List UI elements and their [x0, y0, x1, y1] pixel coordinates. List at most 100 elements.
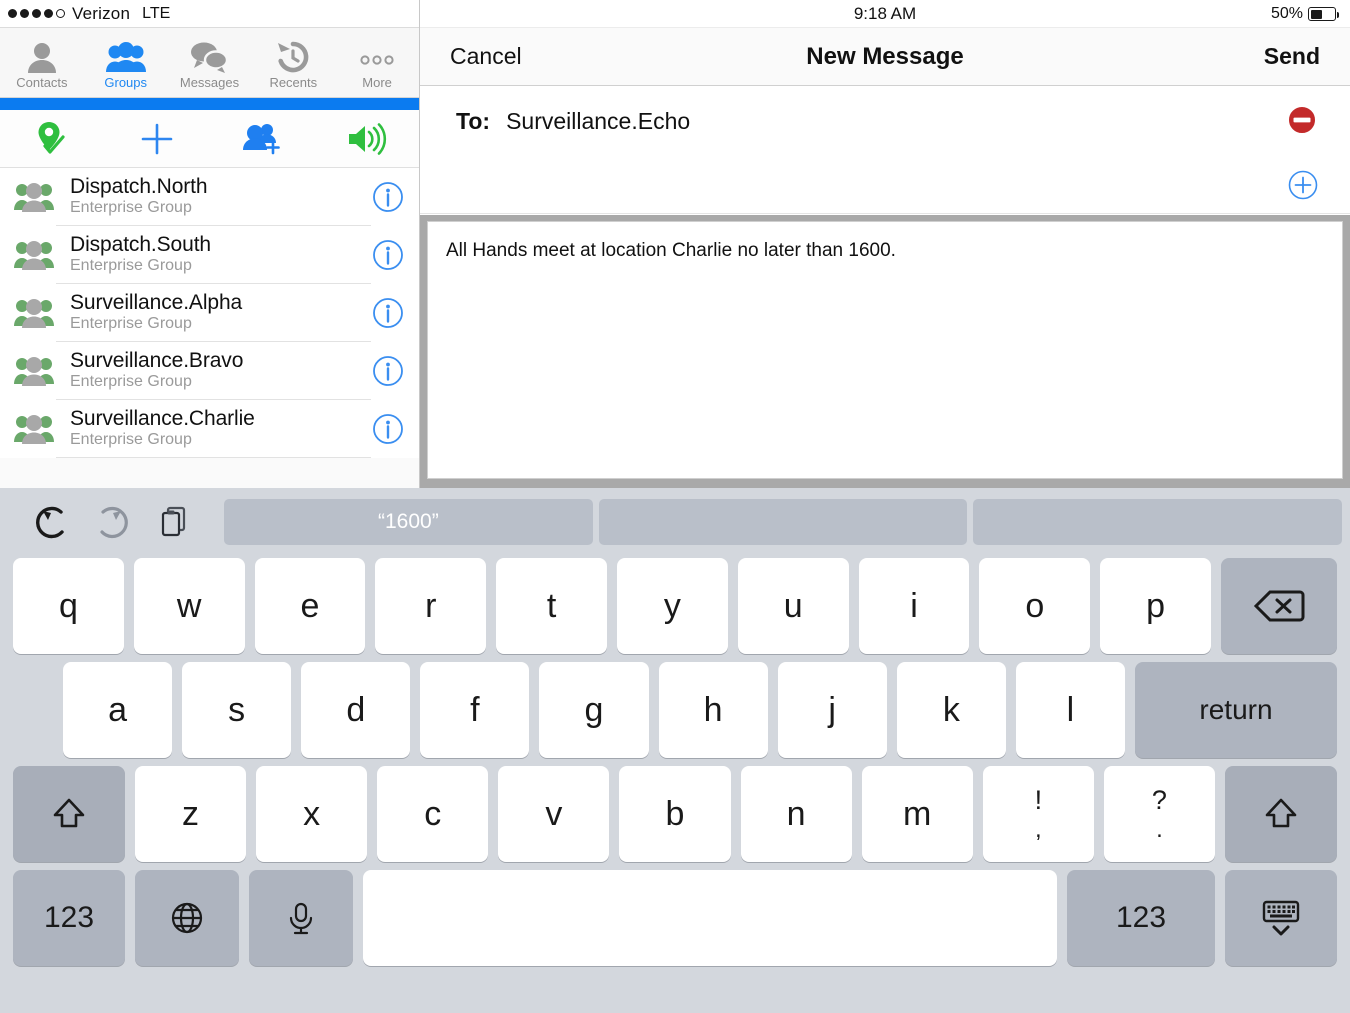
tab-bar: Contacts Groups	[0, 28, 419, 98]
key-n[interactable]: n	[741, 766, 852, 862]
tab-messages-label: Messages	[180, 75, 239, 90]
return-key[interactable]: return	[1135, 662, 1337, 758]
group-avatar-icon	[12, 412, 56, 446]
info-circle-icon[interactable]	[371, 297, 405, 329]
tab-recents[interactable]: Recents	[251, 28, 335, 97]
numeric-key-right[interactable]: 123	[1067, 870, 1215, 966]
key-t[interactable]: t	[496, 558, 607, 654]
group-subtitle: Enterprise Group	[70, 314, 371, 334]
key-b[interactable]: b	[619, 766, 730, 862]
redo-icon[interactable]	[82, 502, 144, 542]
list-item[interactable]: Surveillance.Alpha Enterprise Group	[0, 284, 419, 342]
tab-messages[interactable]: Messages	[168, 28, 252, 97]
key-c[interactable]: c	[377, 766, 488, 862]
plus-icon[interactable]	[105, 110, 210, 167]
recipient-name[interactable]: Surveillance.Echo	[506, 108, 690, 135]
tab-contacts[interactable]: Contacts	[0, 28, 84, 97]
key-l[interactable]: l	[1016, 662, 1125, 758]
key-e[interactable]: e	[255, 558, 366, 654]
info-circle-icon[interactable]	[371, 355, 405, 387]
key-question-period[interactable]: ? .	[1104, 766, 1215, 862]
location-check-icon[interactable]	[0, 110, 105, 167]
suggestion-item[interactable]	[973, 499, 1342, 545]
key-p[interactable]: p	[1100, 558, 1211, 654]
key-i[interactable]: i	[859, 558, 970, 654]
suggestion-item[interactable]	[599, 499, 968, 545]
list-item[interactable]: Dispatch.North Enterprise Group	[0, 168, 419, 226]
key-d[interactable]: d	[301, 662, 410, 758]
list-item[interactable]: Surveillance.Bravo Enterprise Group	[0, 342, 419, 400]
key-k[interactable]: k	[897, 662, 1006, 758]
key-h[interactable]: h	[659, 662, 768, 758]
on-screen-keyboard: “1600” q w e r t y u i o p a	[0, 488, 1350, 1013]
suggestion-item[interactable]: “1600”	[224, 499, 593, 545]
key-r[interactable]: r	[375, 558, 486, 654]
group-subtitle: Enterprise Group	[70, 256, 371, 276]
battery-percent-label: 50%	[1271, 5, 1303, 23]
key-a[interactable]: a	[63, 662, 172, 758]
key-g[interactable]: g	[539, 662, 648, 758]
info-circle-icon[interactable]	[371, 181, 405, 213]
key-m[interactable]: m	[862, 766, 973, 862]
suggestion-list: “1600”	[224, 499, 1342, 545]
tab-groups[interactable]: Groups	[84, 28, 168, 97]
predictive-bar: “1600”	[0, 488, 1350, 556]
remove-circle-icon[interactable]	[1286, 104, 1318, 141]
list-item[interactable]: Dispatch.South Enterprise Group	[0, 226, 419, 284]
key-u[interactable]: u	[738, 558, 849, 654]
key-v[interactable]: v	[498, 766, 609, 862]
shift-key-right[interactable]	[1225, 766, 1337, 862]
microphone-icon[interactable]	[249, 870, 353, 966]
clock-history-icon	[275, 39, 311, 73]
page-title: New Message	[420, 43, 1350, 71]
group-action-toolbar	[0, 110, 419, 168]
message-input[interactable]: All Hands meet at location Charlie no la…	[427, 221, 1343, 479]
list-item-texts: Surveillance.Bravo Enterprise Group	[56, 342, 371, 400]
list-item-texts: Dispatch.North Enterprise Group	[56, 168, 371, 226]
right-status-bar: 9:18 AM 50%	[420, 0, 1350, 28]
groups-panel: Verizon LTE Contacts Groups	[0, 0, 420, 488]
key-exclamation-label: !	[1035, 787, 1043, 814]
speaker-icon[interactable]	[314, 110, 419, 167]
group-name: Surveillance.Charlie	[70, 407, 371, 431]
shift-key[interactable]	[13, 766, 125, 862]
key-s[interactable]: s	[182, 662, 291, 758]
key-z[interactable]: z	[135, 766, 246, 862]
key-y[interactable]: y	[617, 558, 728, 654]
space-key[interactable]	[363, 870, 1057, 966]
recipients-field[interactable]: To: Surveillance.Echo	[420, 86, 1350, 214]
group-subtitle: Enterprise Group	[70, 198, 371, 218]
backspace-icon[interactable]	[1221, 558, 1337, 654]
hide-keyboard-icon[interactable]	[1225, 870, 1337, 966]
key-j[interactable]: j	[778, 662, 887, 758]
to-label: To:	[456, 108, 490, 135]
list-item[interactable]: Surveillance.Charlie Enterprise Group	[0, 400, 419, 458]
add-people-icon[interactable]	[210, 110, 315, 167]
keyboard-row-1: q w e r t y u i o p	[0, 558, 1350, 654]
key-w[interactable]: w	[134, 558, 245, 654]
key-q[interactable]: q	[13, 558, 124, 654]
undo-icon[interactable]	[20, 502, 82, 542]
group-list: Dispatch.North Enterprise Group Dispatc	[0, 168, 419, 458]
info-circle-icon[interactable]	[371, 239, 405, 271]
tab-more[interactable]: More	[335, 28, 419, 97]
tab-groups-label: Groups	[104, 75, 147, 90]
key-o[interactable]: o	[979, 558, 1090, 654]
numeric-key-left[interactable]: 123	[13, 870, 125, 966]
key-x[interactable]: x	[256, 766, 367, 862]
key-f[interactable]: f	[420, 662, 529, 758]
send-button[interactable]: Send	[1264, 43, 1320, 70]
globe-icon[interactable]	[135, 870, 239, 966]
group-avatar-icon	[12, 238, 56, 272]
group-name: Surveillance.Bravo	[70, 349, 371, 373]
group-name: Surveillance.Alpha	[70, 291, 371, 315]
key-exclamation-comma[interactable]: ! ,	[983, 766, 1094, 862]
cancel-button[interactable]: Cancel	[450, 43, 522, 70]
paste-icon[interactable]	[144, 502, 206, 542]
app-root: Verizon LTE Contacts Groups	[0, 0, 1350, 1013]
tab-recents-label: Recents	[269, 75, 317, 90]
info-circle-icon[interactable]	[371, 413, 405, 445]
add-circle-icon[interactable]	[1288, 170, 1318, 205]
left-status-bar: Verizon LTE	[0, 0, 419, 28]
tab-more-label: More	[362, 75, 392, 90]
